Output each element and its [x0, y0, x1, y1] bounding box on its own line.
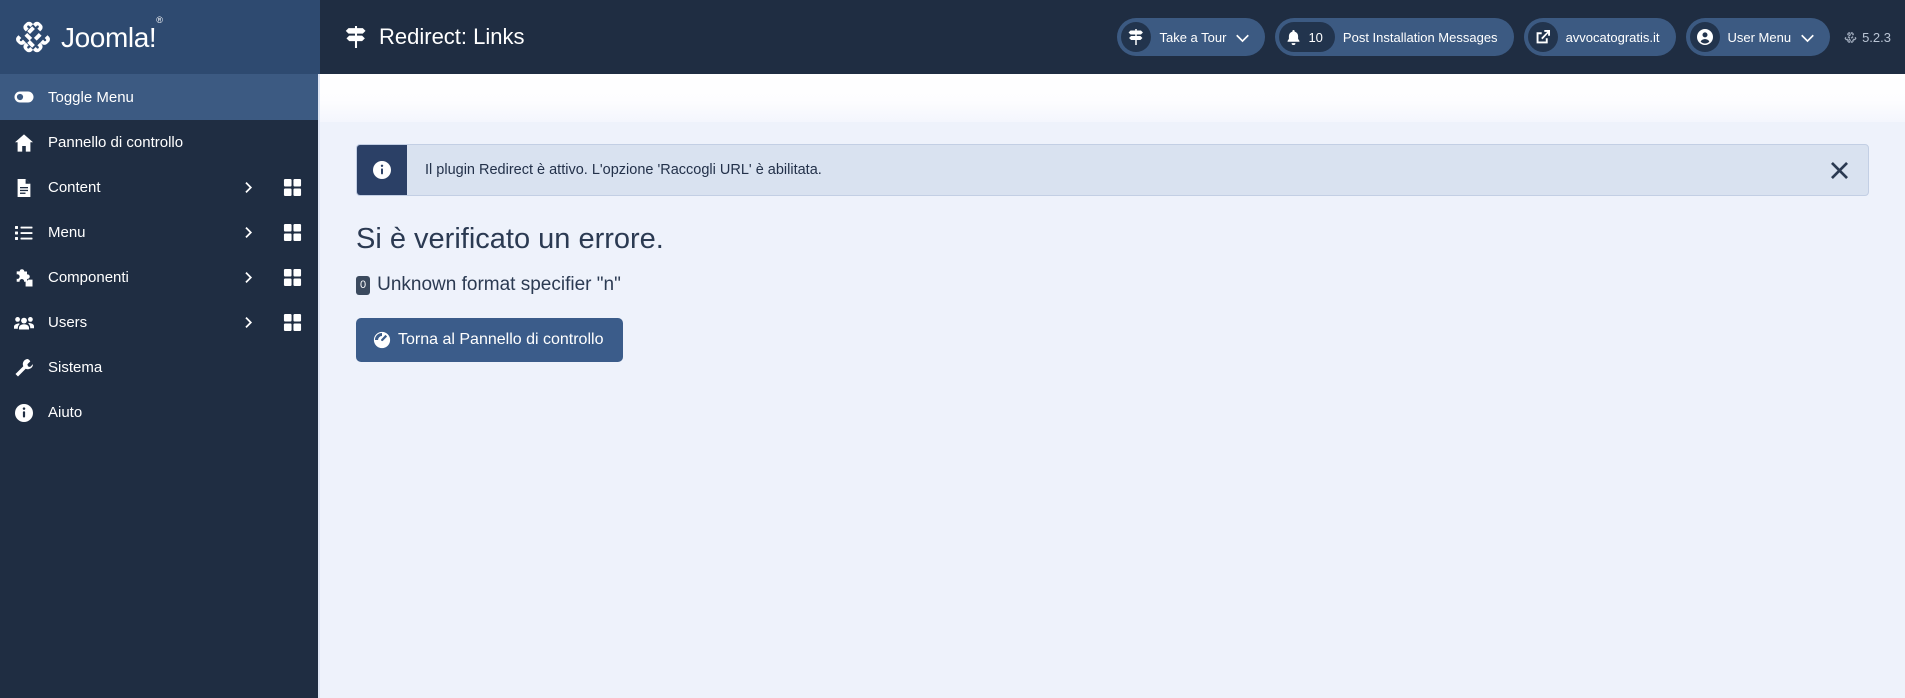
error-detail: 0 Unknown format specifier "n"	[356, 274, 1869, 296]
joomla-mark-icon	[1844, 31, 1857, 43]
grid-view-icon[interactable]	[266, 223, 318, 242]
list-icon	[14, 223, 48, 243]
site-link-button[interactable]: avvocatogratis.it	[1523, 18, 1676, 56]
main-content: Il plugin Redirect è attivo. L'opzione '…	[320, 74, 1905, 698]
joomla-logo-icon	[14, 18, 52, 56]
sidebar-item-menu[interactable]: Menu	[0, 210, 318, 255]
user-menu-button[interactable]: User Menu	[1685, 18, 1831, 56]
grid-view-icon[interactable]	[266, 178, 318, 197]
sidebar-item-sistema[interactable]: Sistema	[0, 345, 318, 390]
sidebar-item-pannello-di-controllo[interactable]: Pannello di controllo	[0, 120, 318, 165]
user-menu-label: User Menu	[1727, 29, 1792, 45]
take-a-tour-label: Take a Tour	[1159, 29, 1227, 45]
error-heading: Si è verificato un errore.	[356, 223, 664, 255]
page-title-area: Redirect: Links	[320, 0, 1117, 74]
document-icon	[14, 178, 48, 198]
sidebar-item-label: Toggle Menu	[48, 88, 134, 106]
sidebar-item-label: Aiuto	[48, 404, 83, 421]
post-installation-messages-button[interactable]: 10 Post Installation Messages	[1275, 18, 1514, 56]
subhead-strip	[320, 74, 1905, 122]
chevron-down-icon	[1236, 34, 1250, 42]
bell-icon	[1287, 29, 1300, 45]
notification-count: 10	[1308, 29, 1323, 45]
toggle-switch-icon	[14, 87, 48, 107]
version-indicator: 5.2.3	[1840, 30, 1891, 45]
error-message: Unknown format specifier "n"	[377, 273, 621, 295]
body-row: Toggle Menu Pannello di controllo Conten…	[0, 74, 1905, 698]
dashboard-gauge-icon	[373, 331, 391, 349]
chevron-right-icon[interactable]	[232, 271, 266, 284]
chevron-right-icon[interactable]	[232, 316, 266, 329]
sidebar-item-label: Pannello di controllo	[48, 134, 184, 151]
chevron-right-icon[interactable]	[232, 181, 266, 194]
sidebar-item-content[interactable]: Content	[0, 165, 318, 210]
header-actions: Take a Tour 10 Post Installation Message…	[1117, 0, 1905, 74]
sidebar-item-label: Menu	[48, 224, 86, 241]
sidebar-item-aiuto[interactable]: Aiuto	[0, 390, 318, 435]
error-code-badge: 0	[356, 276, 371, 296]
sidebar: Toggle Menu Pannello di controllo Conten…	[0, 74, 320, 698]
sidebar-item-label: Componenti	[48, 269, 129, 286]
main-inner: Il plugin Redirect è attivo. L'opzione '…	[320, 122, 1905, 698]
top-header: Joomla!® Redirect: Links Take a Tour 10 …	[0, 0, 1905, 74]
grid-view-icon[interactable]	[266, 313, 318, 332]
sidebar-item-label: Sistema	[48, 359, 103, 376]
site-link-label: avvocatogratis.it	[1565, 29, 1660, 45]
signpost-icon	[1121, 22, 1152, 52]
take-a-tour-button[interactable]: Take a Tour	[1117, 18, 1266, 56]
puzzle-icon	[14, 268, 48, 288]
close-icon[interactable]	[1810, 145, 1868, 195]
user-circle-icon	[1689, 22, 1720, 52]
info-circle-icon	[14, 403, 48, 423]
signpost-icon	[345, 26, 367, 48]
wrench-icon	[14, 358, 48, 378]
alert-message: Il plugin Redirect è attivo. L'opzione '…	[425, 162, 822, 178]
brand-trademark: ®	[156, 14, 163, 25]
joomla-admin-app: Joomla!® Redirect: Links Take a Tour 10 …	[0, 0, 1905, 698]
chevron-down-icon	[1801, 34, 1814, 42]
sidebar-item-users[interactable]: Users	[0, 300, 318, 345]
grid-view-icon[interactable]	[266, 268, 318, 287]
external-link-icon	[1527, 22, 1558, 52]
users-icon	[14, 313, 48, 333]
sidebar-item-toggle-menu[interactable]: Toggle Menu	[0, 74, 318, 120]
back-to-dashboard-button[interactable]: Torna al Pannello di controllo	[356, 317, 624, 362]
chevron-right-icon[interactable]	[232, 226, 266, 239]
back-to-dashboard-label: Torna al Pannello di controllo	[398, 330, 604, 348]
post-installation-messages-label: Post Installation Messages	[1342, 29, 1498, 45]
brand-logo-area[interactable]: Joomla!®	[0, 0, 320, 74]
page-title: Redirect: Links	[379, 24, 525, 49]
brand-name: Joomla!®	[61, 14, 163, 53]
home-icon	[14, 133, 48, 153]
notification-counter: 10	[1279, 22, 1335, 52]
sidebar-item-componenti[interactable]: Componenti	[0, 255, 318, 300]
info-circle-icon	[357, 145, 407, 195]
sidebar-item-label: Content	[48, 179, 101, 196]
sidebar-item-label: Users	[48, 314, 88, 331]
info-alert: Il plugin Redirect è attivo. L'opzione '…	[356, 144, 1869, 196]
version-label: 5.2.3	[1862, 29, 1891, 45]
